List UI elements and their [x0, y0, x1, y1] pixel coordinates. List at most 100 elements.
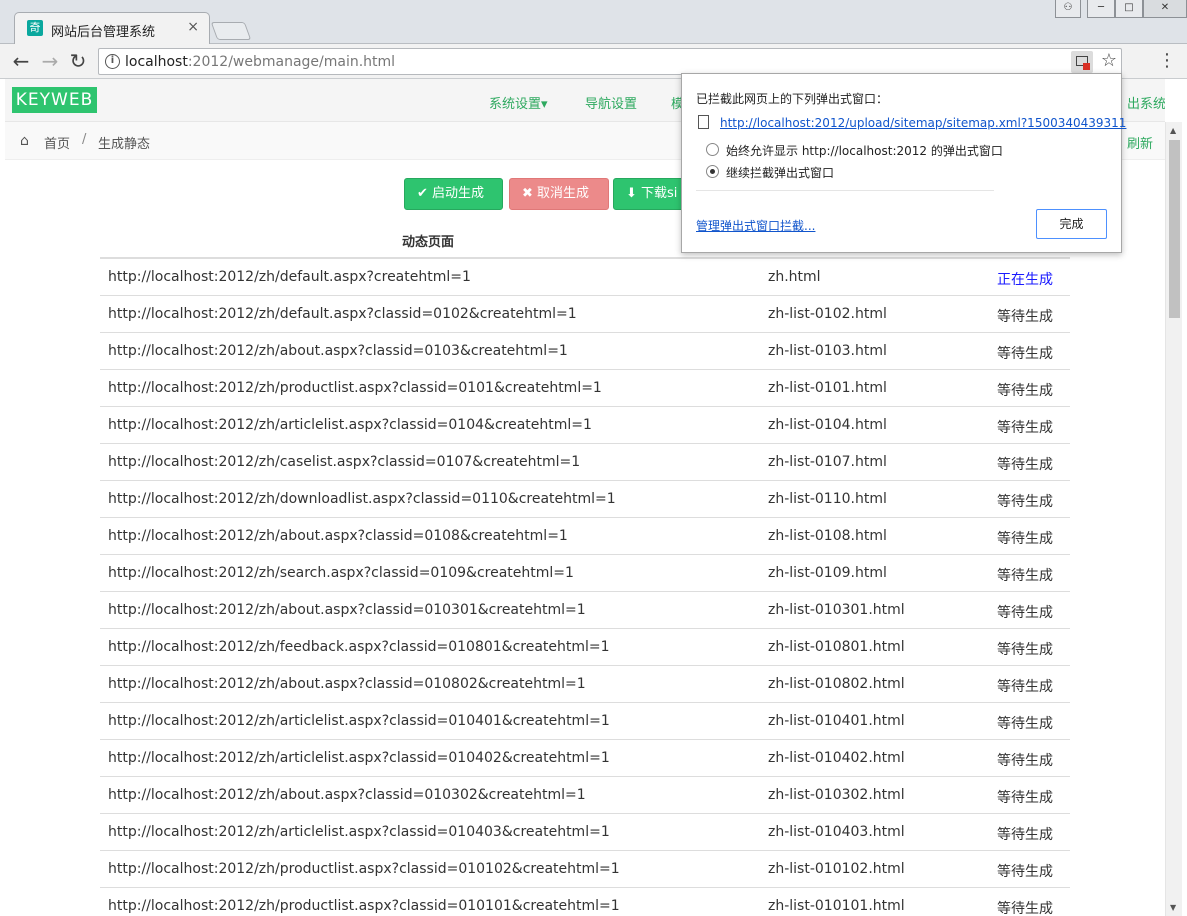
row-status: 等待生成 [997, 864, 1053, 880]
url-host: localhost [125, 54, 188, 70]
close-window-button[interactable]: ✕ [1143, 0, 1187, 18]
row-status: 等待生成 [997, 494, 1053, 510]
reload-icon[interactable]: ↻ [66, 50, 90, 74]
minimize-button[interactable]: ─ [1087, 0, 1115, 18]
table-row: http://localhost:2012/zh/about.aspx?clas… [100, 592, 1070, 629]
manage-popup-blocking-link[interactable]: 管理弹出式窗口拦截... [696, 217, 815, 234]
row-static-file: zh-list-010101.html [768, 898, 905, 914]
table-row: http://localhost:2012/zh/productlist.asp… [100, 851, 1070, 888]
nav-logout[interactable]: 出系统 [1127, 93, 1165, 112]
back-arrow-icon[interactable]: ← [9, 50, 33, 74]
table-row: http://localhost:2012/zh/articlelist.asp… [100, 703, 1070, 740]
popup-divider [696, 190, 994, 191]
browser-tab[interactable]: 奇 网站后台管理系统 × [14, 12, 210, 45]
popup-blocked-dialog: 已拦截此网页上的下列弹出式窗口： http://localhost:2012/u… [681, 73, 1126, 253]
browser-menu-icon[interactable]: ⋮ [1158, 50, 1176, 71]
done-button[interactable]: 完成 [1036, 209, 1107, 239]
popup-blocked-icon[interactable] [1071, 51, 1093, 73]
radio-keep-blocking-label[interactable]: 继续拦截弹出式窗口 [726, 164, 834, 181]
table-body: http://localhost:2012/zh/default.aspx?cr… [100, 259, 1070, 916]
row-dynamic-url: http://localhost:2012/zh/feedback.aspx?c… [108, 639, 610, 655]
row-dynamic-url: http://localhost:2012/zh/default.aspx?cl… [108, 306, 577, 322]
table-row: http://localhost:2012/zh/feedback.aspx?c… [100, 629, 1070, 666]
radio-always-allow[interactable] [706, 143, 719, 156]
row-static-file: zh-list-0108.html [768, 528, 887, 544]
row-status: 等待生成 [997, 346, 1053, 362]
start-generate-button[interactable]: ✔ 启动生成 [404, 178, 503, 210]
breadcrumb-separator: / [82, 132, 87, 147]
table-row: http://localhost:2012/zh/about.aspx?clas… [100, 333, 1070, 370]
row-status: 等待生成 [997, 753, 1053, 769]
user-profile-icon[interactable]: ⚇ [1055, 0, 1081, 18]
forward-arrow-icon[interactable]: → [38, 50, 62, 74]
nav-system-settings[interactable]: 系统设置▾ [489, 93, 548, 112]
tab-close-icon[interactable]: × [187, 19, 199, 35]
window-controls: ⚇ ─ □ ✕ [1055, 0, 1187, 20]
row-static-file: zh-list-010102.html [768, 861, 905, 877]
row-static-file: zh-list-010801.html [768, 639, 905, 655]
row-status: 等待生成 [997, 790, 1053, 806]
row-status: 等待生成 [997, 901, 1053, 916]
refresh-link[interactable]: 刷新 [1127, 133, 1153, 152]
breadcrumb-home[interactable]: 首页 [44, 133, 70, 152]
row-static-file: zh-list-0110.html [768, 491, 887, 507]
row-dynamic-url: http://localhost:2012/zh/default.aspx?cr… [108, 269, 471, 285]
row-dynamic-url: http://localhost:2012/zh/search.aspx?cla… [108, 565, 574, 581]
tab-title: 网站后台管理系统 [51, 25, 156, 40]
table-row: http://localhost:2012/zh/about.aspx?clas… [100, 518, 1070, 555]
row-dynamic-url: http://localhost:2012/zh/about.aspx?clas… [108, 676, 586, 692]
row-static-file: zh-list-0109.html [768, 565, 887, 581]
row-static-file: zh-list-010302.html [768, 787, 905, 803]
table-row: http://localhost:2012/zh/productlist.asp… [100, 888, 1070, 916]
row-dynamic-url: http://localhost:2012/zh/about.aspx?clas… [108, 602, 586, 618]
table-row: http://localhost:2012/zh/default.aspx?cl… [100, 296, 1070, 333]
row-dynamic-url: http://localhost:2012/zh/articlelist.asp… [108, 713, 610, 729]
row-static-file: zh.html [768, 269, 821, 285]
table-row: http://localhost:2012/zh/articlelist.asp… [100, 814, 1070, 851]
row-status: 等待生成 [997, 827, 1053, 843]
row-static-file: zh-list-010301.html [768, 602, 905, 618]
nav-navigation-settings[interactable]: 导航设置 [585, 93, 637, 112]
row-dynamic-url: http://localhost:2012/zh/about.aspx?clas… [108, 528, 568, 544]
info-icon[interactable]: i [105, 54, 120, 69]
blocked-popup-link[interactable]: http://localhost:2012/upload/sitemap/sit… [720, 116, 1126, 130]
row-static-file: zh-list-010802.html [768, 676, 905, 692]
table-row: http://localhost:2012/zh/search.aspx?cla… [100, 555, 1070, 592]
row-static-file: zh-list-0103.html [768, 343, 887, 359]
row-static-file: zh-list-010402.html [768, 750, 905, 766]
row-status: 等待生成 [997, 642, 1053, 658]
site-favicon-icon: 奇 [27, 20, 43, 36]
new-tab-button[interactable] [210, 22, 252, 40]
row-dynamic-url: http://localhost:2012/zh/articlelist.asp… [108, 750, 610, 766]
logo[interactable]: KEYWEB [12, 87, 97, 113]
row-static-file: zh-list-010401.html [768, 713, 905, 729]
table-row: http://localhost:2012/zh/about.aspx?clas… [100, 666, 1070, 703]
row-dynamic-url: http://localhost:2012/zh/articlelist.asp… [108, 417, 592, 433]
breadcrumb-current: 生成静态 [98, 137, 151, 152]
radio-keep-blocking[interactable] [706, 165, 719, 178]
scroll-up-icon[interactable]: ▲ [1170, 126, 1176, 135]
row-dynamic-url: http://localhost:2012/zh/about.aspx?clas… [108, 343, 568, 359]
row-static-file: zh-list-0107.html [768, 454, 887, 470]
table-row: http://localhost:2012/zh/default.aspx?cr… [100, 259, 1070, 296]
cancel-generate-button[interactable]: ✖ 取消生成 [509, 178, 609, 210]
table-row: http://localhost:2012/zh/articlelist.asp… [100, 740, 1070, 777]
document-icon [698, 115, 709, 129]
row-dynamic-url: http://localhost:2012/zh/productlist.asp… [108, 861, 620, 877]
row-status: 等待生成 [997, 309, 1053, 325]
radio-always-allow-label[interactable]: 始终允许显示 http://localhost:2012 的弹出式窗口 [726, 142, 1003, 159]
row-dynamic-url: http://localhost:2012/zh/productlist.asp… [108, 898, 620, 914]
row-static-file: zh-list-010403.html [768, 824, 905, 840]
row-status: 等待生成 [997, 531, 1053, 547]
url-text[interactable]: localhost:2012/webmanage/main.html [125, 54, 395, 70]
row-status: 等待生成 [997, 568, 1053, 584]
scrollbar-thumb[interactable] [1169, 140, 1180, 318]
bookmark-star-icon[interactable]: ☆ [1101, 50, 1117, 71]
scroll-down-icon[interactable]: ▼ [1170, 903, 1176, 912]
row-static-file: zh-list-0104.html [768, 417, 887, 433]
row-dynamic-url: http://localhost:2012/zh/caselist.aspx?c… [108, 454, 581, 470]
address-bar[interactable]: i localhost:2012/webmanage/main.html ☆ [98, 48, 1122, 75]
page-scrollbar[interactable]: ▲ ▼ [1165, 122, 1182, 916]
maximize-button[interactable]: □ [1115, 0, 1143, 18]
row-static-file: zh-list-0102.html [768, 306, 887, 322]
